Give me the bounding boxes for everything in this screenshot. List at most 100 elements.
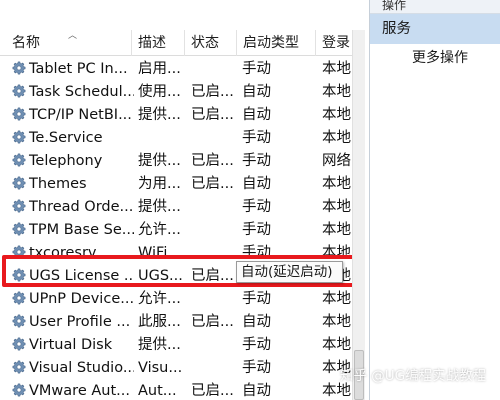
gear-icon [12,336,26,351]
service-logon-as: 本地 [322,337,351,353]
service-row[interactable]: Themes 为用... 已启... 自动 本地 [0,173,352,196]
service-startup-type: 手动 [242,337,271,353]
watermark-text: 知乎 @UG编程实战教程 [340,368,487,384]
service-row[interactable]: VMware Aut... Aut... 已启... 自动 本地 [0,380,352,400]
service-row[interactable]: Task Schedul... 使用... 已启... 自动 本地 [0,81,352,104]
service-description: 提供... [138,199,181,215]
gear-icon [12,129,26,144]
service-logon-as: 本地 [322,61,351,77]
service-name-cell: VMware Aut... [12,380,134,400]
service-description: 为用... [138,176,181,192]
service-name-cell: TPM Base Se... [12,219,134,242]
column-header-logon-as[interactable]: 登录 [316,30,356,56]
service-logon-as: 本地 [322,291,351,307]
service-logon-as: 本地 [322,84,351,100]
service-startup-type: 自动 [242,107,271,123]
service-startup-type: 手动 [242,199,271,215]
service-row[interactable]: Tablet PC In... 启用... 手动 本地 [0,58,352,81]
service-description: 允许... [138,291,181,307]
service-name-cell: Thread Orde... [12,196,134,219]
service-startup-type: 自动 [242,383,271,399]
service-startup-type: 手动 [242,130,271,146]
column-header-status[interactable]: 状态 [185,30,237,56]
service-status: 已启... [191,314,234,330]
services-list-pane: 名称 ︿ 描述 状态 启动类型 登录 Tablet PC In... 启用... 手… [0,0,365,400]
service-row[interactable]: Thread Orde... 提供... 手动 本地 [0,196,352,219]
service-status: 已启... [191,107,234,123]
service-status [191,288,237,311]
service-name-cell: Te.Service [12,127,134,150]
service-status [191,58,237,81]
gear-icon [12,60,26,75]
service-startup-type: 手动 [242,61,271,77]
service-name-cell: Virtual Disk [12,334,134,357]
actions-pane-title: 操作 [370,0,500,14]
service-name-cell: TCP/IP NetBI... [12,104,134,127]
service-startup-type: 手动 [242,291,271,307]
service-name: Virtual Disk [29,337,113,353]
gear-icon [12,152,26,167]
service-name-cell: Tablet PC In... [12,58,134,81]
service-name-cell: Task Schedul... [12,81,134,104]
service-status: 已启... [191,176,234,192]
service-name: VMware Aut... [29,383,130,399]
startup-type-tooltip: 自动(延迟启动) [236,261,343,283]
service-startup-type: 手动 [242,360,271,376]
gear-icon [12,198,26,213]
service-name: Task Schedul... [29,84,134,100]
service-logon-as: 本地 [322,222,351,238]
service-name: Te.Service [29,130,103,146]
service-description: Visu... [138,360,183,376]
service-description: 此服... [138,314,181,330]
service-description: 使用... [138,84,181,100]
service-status: 已启... [191,153,234,169]
service-row[interactable]: Telephony 提供... 已启... 手动 网络 [0,150,352,173]
gear-icon [12,290,26,305]
service-name-cell: Telephony [12,150,134,173]
service-name-cell: User Profile ... [12,311,134,334]
service-name-cell: Themes [12,173,134,196]
service-startup-type: 自动 [242,84,271,100]
service-row[interactable]: Virtual Disk 提供... 手动 本地 [0,334,352,357]
service-startup-type: 手动 [242,222,271,238]
more-actions-link[interactable]: 更多操作 [412,48,468,68]
service-status: 已启... [191,84,234,100]
service-name: UPnP Device... [29,291,134,307]
service-name: Visual Studio... [29,360,134,376]
service-logon-as: 本地 [322,199,351,215]
service-startup-type: 自动 [242,176,271,192]
service-startup-type: 自动 [242,314,271,330]
service-description: 允许... [138,222,181,238]
service-row[interactable]: TCP/IP NetBI... 提供... 已启... 自动 本地 [0,104,352,127]
vertical-scrollbar[interactable] [352,30,365,400]
service-name: Tablet PC In... [29,61,128,77]
service-description: 启用... [138,61,181,77]
service-logon-as: 本地 [322,107,351,123]
service-logon-as: 本地 [322,176,351,192]
service-row[interactable]: User Profile ... 此服... 已启... 自动 本地 [0,311,352,334]
service-logon-as: 本地 [322,314,351,330]
column-header-description[interactable]: 描述 [132,30,185,56]
gear-icon [12,359,26,374]
service-row[interactable]: TPM Base Se... 允许... 手动 本地 [0,219,352,242]
service-description: 提供... [138,153,181,169]
service-name: User Profile ... [29,314,131,330]
service-name: Thread Orde... [29,199,134,215]
column-header-name[interactable]: 名称 ︿ [6,30,132,56]
service-row[interactable]: Visual Studio... Visu... 手动 本地 [0,357,352,380]
service-name-cell: UPnP Device... [12,288,134,311]
actions-pane: 操作 服务 更多操作 [369,0,500,400]
service-description: 提供... [138,107,181,123]
column-header-startup-type[interactable]: 启动类型 [237,30,316,56]
actions-section-services[interactable]: 服务 [370,14,500,44]
service-description [138,127,186,150]
service-status [191,196,237,219]
column-header-name-label: 名称 [12,35,40,51]
service-row[interactable]: Te.Service 手动 本地 [0,127,352,150]
gear-icon [12,313,26,328]
service-row[interactable]: UPnP Device... 允许... 手动 本地 [0,288,352,311]
sort-ascending-icon: ︿ [68,31,78,41]
column-header-bar: 名称 ︿ 描述 状态 启动类型 登录 [0,30,352,56]
service-name: TPM Base Se... [29,222,134,238]
service-logon-as: 本地 [322,130,351,146]
